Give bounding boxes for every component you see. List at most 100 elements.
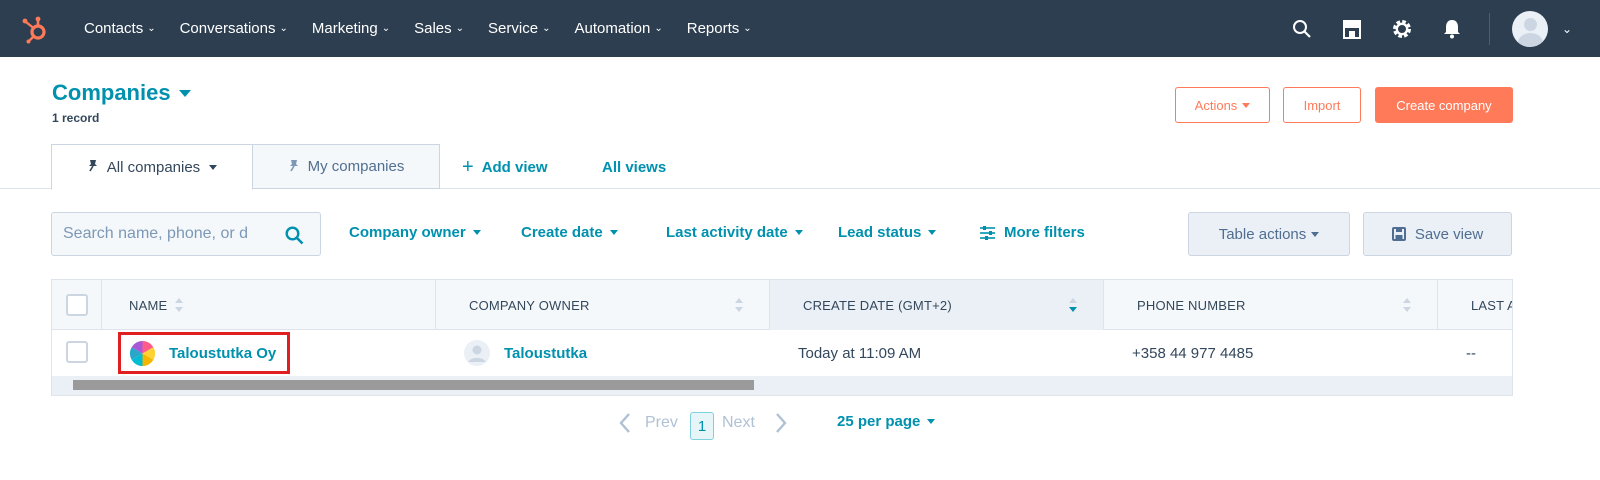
chevron-down-icon: ⌄ xyxy=(147,23,156,34)
caret-down-icon xyxy=(209,164,218,170)
prev-page-button[interactable]: Prev xyxy=(619,412,678,434)
chevron-left-icon xyxy=(619,412,631,434)
next-label: Next xyxy=(722,414,755,431)
caret-down-icon xyxy=(928,230,937,235)
pin-icon xyxy=(288,159,300,175)
owner-avatar xyxy=(464,340,490,366)
last-activity-cell: -- xyxy=(1466,344,1476,362)
create-company-button[interactable]: Create company xyxy=(1375,87,1513,123)
nav-item-sales[interactable]: Sales ⌄ xyxy=(414,20,464,37)
chevron-down-icon: ⌄ xyxy=(743,23,752,34)
record-count: 1 record xyxy=(52,111,100,125)
column-header-company-owner[interactable]: COMPANY OWNER xyxy=(436,280,770,330)
nav-item-conversations[interactable]: Conversations ⌄ xyxy=(180,20,288,37)
company-owner-filter[interactable]: Company owner xyxy=(349,224,481,241)
more-filters-button[interactable]: More filters xyxy=(980,224,1085,241)
import-button[interactable]: Import xyxy=(1283,87,1361,123)
table-actions-button[interactable]: Table actions xyxy=(1188,212,1350,256)
create-date-cell: Today at 11:09 AM xyxy=(798,344,922,362)
column-header-phone-number[interactable]: PHONE NUMBER xyxy=(1104,280,1438,330)
more-filters-label: More filters xyxy=(1004,224,1085,241)
company-owner-cell: Taloustutka xyxy=(464,330,587,376)
lead-status-filter[interactable]: Lead status xyxy=(838,224,937,241)
phone-number-cell: +358 44 977 4485 xyxy=(1132,344,1254,362)
all-views-link[interactable]: All views xyxy=(602,144,666,190)
tab-label: All companies xyxy=(106,158,201,176)
settings-icon[interactable] xyxy=(1391,18,1413,40)
filter-label: Create date xyxy=(521,224,603,241)
horizontal-scrollbar[interactable] xyxy=(52,376,1512,395)
nav-item-label: Automation xyxy=(574,20,651,37)
save-icon xyxy=(1391,227,1406,241)
nav-divider xyxy=(1488,12,1490,45)
column-label: COMPANY OWNER xyxy=(469,297,590,313)
chevron-down-icon: ⌄ xyxy=(654,23,663,34)
tab-my-companies[interactable]: My companies xyxy=(252,144,440,189)
sort-descending-icon xyxy=(1069,297,1077,313)
per-page-label: 25 per page xyxy=(837,413,921,430)
caret-down-icon xyxy=(1242,102,1251,108)
create-date-filter[interactable]: Create date xyxy=(521,224,618,241)
actions-button[interactable]: Actions xyxy=(1175,87,1270,123)
page-title-label: Companies xyxy=(52,80,171,105)
nav-item-automation[interactable]: Automation ⌄ xyxy=(574,20,662,37)
nav-menu: Contacts ⌄ Conversations ⌄ Marketing ⌄ Sale… xyxy=(84,0,776,57)
prev-label: Prev xyxy=(645,414,678,431)
nav-item-marketing[interactable]: Marketing ⌄ xyxy=(312,20,390,37)
column-header-last-activity[interactable]: LAST A xyxy=(1438,280,1513,330)
nav-item-label: Conversations xyxy=(179,20,276,37)
nav-item-contacts[interactable]: Contacts ⌄ xyxy=(84,20,156,37)
filter-label: Lead status xyxy=(838,224,922,241)
actions-label: Actions xyxy=(1194,97,1238,113)
nav-item-service[interactable]: Service ⌄ xyxy=(488,20,550,37)
column-header-name[interactable]: NAME xyxy=(102,280,436,330)
next-page-button[interactable]: Next xyxy=(722,412,787,434)
per-page-selector[interactable]: 25 per page xyxy=(837,413,936,430)
chevron-right-icon xyxy=(775,412,787,434)
save-view-button[interactable]: Save view xyxy=(1363,212,1512,256)
filter-sliders-icon xyxy=(980,225,995,240)
column-label: LAST A xyxy=(1471,297,1513,313)
search-box xyxy=(51,212,321,256)
search-icon[interactable] xyxy=(1291,18,1313,40)
top-navigation: Contacts ⌄ Conversations ⌄ Marketing ⌄ Sale… xyxy=(0,0,1600,57)
nav-item-label: Marketing xyxy=(311,20,378,37)
chevron-down-icon: ⌄ xyxy=(455,23,465,34)
sort-icon xyxy=(735,297,743,313)
row-checkbox[interactable] xyxy=(66,341,88,363)
owner-link[interactable]: Taloustutka xyxy=(504,345,587,362)
column-header-create-date[interactable]: CREATE DATE (GMT+2) xyxy=(770,280,1104,330)
page-number-current[interactable]: 1 xyxy=(690,412,714,440)
nav-item-label: Service xyxy=(488,20,539,37)
table-actions-label: Table actions xyxy=(1218,225,1307,243)
page-title[interactable]: Companies xyxy=(52,80,191,106)
nav-item-reports[interactable]: Reports ⌄ xyxy=(687,20,752,37)
notifications-icon[interactable] xyxy=(1441,18,1463,40)
select-all-cell xyxy=(52,280,102,330)
column-label: CREATE DATE (GMT+2) xyxy=(803,297,952,313)
search-input[interactable] xyxy=(63,225,283,243)
marketplace-icon[interactable] xyxy=(1341,18,1363,40)
sort-icon xyxy=(175,297,184,313)
sort-icon xyxy=(1403,297,1411,313)
nav-item-label: Sales xyxy=(414,20,452,37)
scrollbar-thumb[interactable] xyxy=(73,380,754,390)
pin-icon xyxy=(87,159,99,175)
hubspot-logo-icon[interactable] xyxy=(20,14,50,44)
tab-all-companies[interactable]: All companies xyxy=(51,144,253,190)
add-view-button[interactable]: + Add view xyxy=(462,144,548,190)
last-activity-date-filter[interactable]: Last activity date xyxy=(666,224,803,241)
add-view-label: Add view xyxy=(481,158,548,176)
caret-down-icon xyxy=(794,230,803,235)
avatar[interactable] xyxy=(1511,10,1548,47)
caret-down-icon xyxy=(178,89,191,97)
search-icon[interactable] xyxy=(285,226,304,250)
save-view-label: Save view xyxy=(1414,225,1484,243)
tab-label: My companies xyxy=(307,158,405,175)
caret-down-icon xyxy=(609,230,618,235)
highlight-box xyxy=(118,332,290,374)
caret-down-icon xyxy=(1311,231,1320,237)
column-label: NAME xyxy=(129,297,168,313)
select-all-checkbox[interactable] xyxy=(66,294,88,316)
chevron-down-icon[interactable]: ⌄ xyxy=(1562,22,1572,36)
